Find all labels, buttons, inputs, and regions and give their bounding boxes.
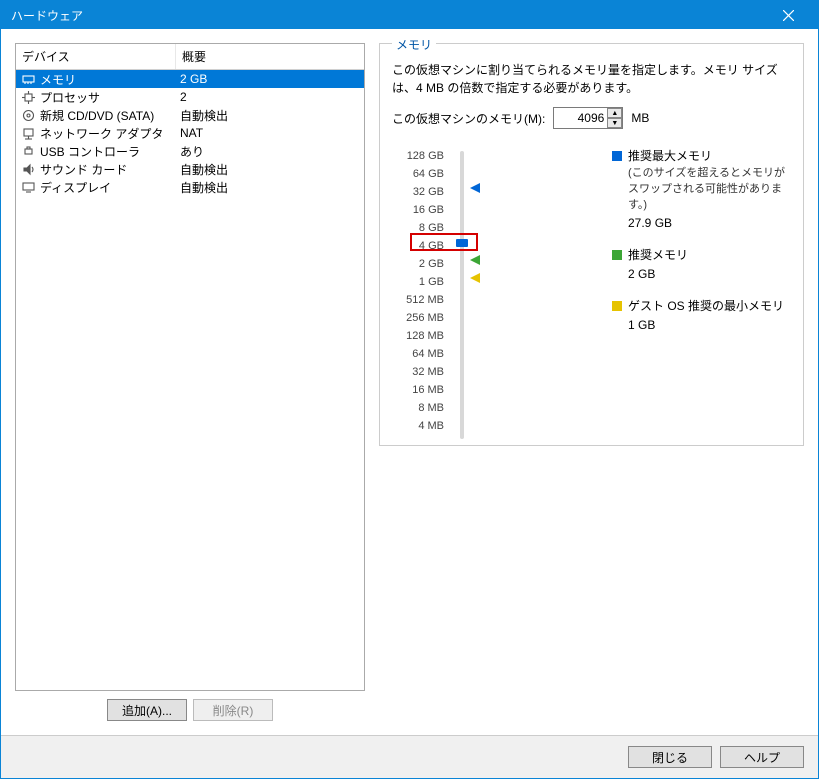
- legend-column: 推奨最大メモリ (このサイズを超えるとメモリがスワップされる可能性があります。)…: [492, 147, 791, 435]
- tick-label: 64 MB: [392, 345, 444, 363]
- tick-label: 64 GB: [392, 165, 444, 183]
- list-header: デバイス 概要: [16, 44, 364, 70]
- display-icon: [20, 179, 36, 195]
- device-summary: 自動検出: [180, 179, 360, 196]
- fieldset-legend: メモリ: [392, 36, 436, 53]
- swatch-blue-icon: [612, 151, 622, 161]
- hardware-dialog: ハードウェア デバイス 概要 メモリ2 GBプロセッサ2新規 CD/DVD (S…: [0, 0, 819, 779]
- tick-label: 2 GB: [392, 255, 444, 273]
- list-item[interactable]: ネットワーク アダプタNAT: [16, 124, 364, 142]
- device-name: 新規 CD/DVD (SATA): [40, 107, 180, 124]
- device-summary: NAT: [180, 126, 360, 140]
- tick-label: 1 GB: [392, 273, 444, 291]
- legend-rec: 推奨メモリ 2 GB: [612, 246, 791, 281]
- device-buttons: 追加(A)... 削除(R): [15, 691, 365, 721]
- header-summary[interactable]: 概要: [176, 44, 364, 69]
- close-dialog-button[interactable]: 閉じる: [628, 746, 712, 768]
- legend-rec-title: 推奨メモリ: [628, 246, 688, 263]
- tick-label: 8 MB: [392, 399, 444, 417]
- memory-spinner[interactable]: ▲ ▼: [607, 108, 622, 128]
- legend-max-title: 推奨最大メモリ: [628, 147, 712, 164]
- spin-up-icon[interactable]: ▲: [607, 108, 622, 118]
- legend-min-value: 1 GB: [628, 318, 791, 332]
- memory-desc: この仮想マシンに割り当てられるメモリ量を指定します。メモリ サイズは、4 MB …: [392, 61, 791, 97]
- legend-min-title: ゲスト OS 推奨の最小メモリ: [628, 297, 784, 314]
- marker-rec-icon: [470, 255, 480, 265]
- tick-label: 128 MB: [392, 327, 444, 345]
- swatch-yellow-icon: [612, 301, 622, 311]
- legend-max-sub: (このサイズを超えるとメモリがスワップされる可能性があります。): [628, 164, 791, 212]
- legend-min: ゲスト OS 推奨の最小メモリ 1 GB: [612, 297, 791, 332]
- device-name: ネットワーク アダプタ: [40, 125, 180, 142]
- legend-rec-value: 2 GB: [628, 267, 791, 281]
- content-area: デバイス 概要 メモリ2 GBプロセッサ2新規 CD/DVD (SATA)自動検…: [1, 29, 818, 735]
- device-name: プロセッサ: [40, 89, 180, 106]
- device-pane: デバイス 概要 メモリ2 GBプロセッサ2新規 CD/DVD (SATA)自動検…: [15, 43, 365, 721]
- slider-track-col[interactable]: [452, 147, 492, 435]
- legend-max: 推奨最大メモリ (このサイズを超えるとメモリがスワップされる可能性があります。)…: [612, 147, 791, 230]
- usb-icon: [20, 143, 36, 159]
- sound-icon: [20, 161, 36, 177]
- device-summary: 自動検出: [180, 161, 360, 178]
- tick-label: 4 MB: [392, 417, 444, 435]
- memory-unit: MB: [631, 111, 649, 125]
- remove-button[interactable]: 削除(R): [193, 699, 273, 721]
- add-button[interactable]: 追加(A)...: [107, 699, 187, 721]
- marker-max-icon: [470, 183, 480, 193]
- list-item[interactable]: メモリ2 GB: [16, 70, 364, 88]
- memory-icon: [20, 71, 36, 87]
- device-name: USB コントローラ: [40, 143, 180, 160]
- memory-label: この仮想マシンのメモリ(M):: [392, 110, 545, 127]
- device-summary: 2 GB: [180, 72, 360, 86]
- disc-icon: [20, 107, 36, 123]
- close-icon: [783, 10, 794, 21]
- dialog-footer: 閉じる ヘルプ: [1, 735, 818, 778]
- tick-labels: 128 GB64 GB32 GB16 GB8 GB4 GB2 GB1 GB512…: [392, 147, 452, 435]
- legend-max-value: 27.9 GB: [628, 216, 791, 230]
- memory-fieldset: メモリ この仮想マシンに割り当てられるメモリ量を指定します。メモリ サイズは、4…: [379, 43, 804, 446]
- marker-min-icon: [470, 273, 480, 283]
- slider-track[interactable]: [460, 151, 464, 439]
- tick-label: 32 MB: [392, 363, 444, 381]
- tick-label: 256 MB: [392, 309, 444, 327]
- titlebar: ハードウェア: [1, 1, 818, 29]
- device-list: デバイス 概要 メモリ2 GBプロセッサ2新規 CD/DVD (SATA)自動検…: [15, 43, 365, 691]
- highlight-annotation: [410, 233, 478, 251]
- tick-label: 16 MB: [392, 381, 444, 399]
- list-item[interactable]: ディスプレイ自動検出: [16, 178, 364, 196]
- device-summary: 自動検出: [180, 107, 360, 124]
- list-item[interactable]: プロセッサ2: [16, 88, 364, 106]
- device-name: サウンド カード: [40, 161, 180, 178]
- list-item[interactable]: 新規 CD/DVD (SATA)自動検出: [16, 106, 364, 124]
- net-icon: [20, 125, 36, 141]
- device-name: ディスプレイ: [40, 179, 180, 196]
- list-body: メモリ2 GBプロセッサ2新規 CD/DVD (SATA)自動検出ネットワーク …: [16, 70, 364, 690]
- memory-input-row: この仮想マシンのメモリ(M): ▲ ▼ MB: [392, 107, 791, 129]
- help-button[interactable]: ヘルプ: [720, 746, 804, 768]
- device-name: メモリ: [40, 71, 180, 88]
- swatch-green-icon: [612, 250, 622, 260]
- list-item[interactable]: サウンド カード自動検出: [16, 160, 364, 178]
- list-item[interactable]: USB コントローラあり: [16, 142, 364, 160]
- header-device[interactable]: デバイス: [16, 44, 176, 69]
- memory-pane: メモリ この仮想マシンに割り当てられるメモリ量を指定します。メモリ サイズは、4…: [379, 43, 804, 721]
- window-title: ハードウェア: [11, 7, 83, 24]
- spin-down-icon[interactable]: ▼: [607, 118, 622, 128]
- tick-label: 32 GB: [392, 183, 444, 201]
- device-summary: あり: [180, 143, 360, 160]
- device-summary: 2: [180, 90, 360, 104]
- slider-area: 128 GB64 GB32 GB16 GB8 GB4 GB2 GB1 GB512…: [392, 147, 791, 435]
- close-button[interactable]: [768, 1, 808, 29]
- cpu-icon: [20, 89, 36, 105]
- tick-label: 128 GB: [392, 147, 444, 165]
- tick-label: 16 GB: [392, 201, 444, 219]
- tick-label: 512 MB: [392, 291, 444, 309]
